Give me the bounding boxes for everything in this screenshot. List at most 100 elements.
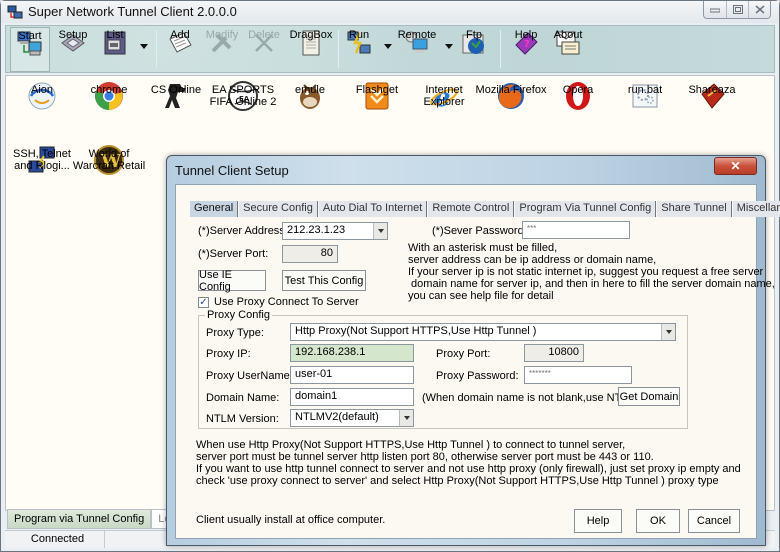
program-shareaza[interactable]: Shareaza xyxy=(676,80,748,112)
tab-share-tunnel[interactable]: Share Tunnel xyxy=(657,201,732,217)
window-title: Super Network Tunnel Client 2.0.0.0 xyxy=(28,4,237,19)
run-dropdown-arrow[interactable] xyxy=(384,44,392,49)
program-label: Opera xyxy=(562,84,594,96)
program-label: chrome xyxy=(90,84,128,96)
program-internet-explorer[interactable]: e Internet Explorer xyxy=(408,80,480,112)
proxy-port-label: Proxy Port: xyxy=(436,348,491,360)
tab-general[interactable]: General xyxy=(190,201,239,217)
add-label: Add xyxy=(170,29,190,41)
ntlm-version-select[interactable]: NTLMV2(default) xyxy=(290,409,414,427)
chevron-down-icon[interactable] xyxy=(661,324,675,340)
get-domain-button[interactable]: Get Domain xyxy=(618,387,680,406)
program-label: EA SPORTS FIFA Online 2 xyxy=(209,84,277,108)
setup-button[interactable]: Setup xyxy=(54,27,92,72)
server-port-input[interactable]: 80 xyxy=(282,245,338,263)
tab-remote-control[interactable]: Remote Control xyxy=(428,201,515,217)
server-address-label: (*)Server Address: xyxy=(198,225,288,237)
chevron-down-icon[interactable] xyxy=(373,223,387,239)
proxy-username-input[interactable]: user-01 xyxy=(290,366,414,384)
program-label: run.bat xyxy=(627,84,663,96)
delete-button[interactable]: Delete xyxy=(246,27,282,72)
chevron-down-icon[interactable] xyxy=(399,410,413,426)
setup-label: Setup xyxy=(58,29,88,41)
use-ie-config-button[interactable]: Use IE Config xyxy=(198,269,266,293)
server-password-input[interactable]: *** xyxy=(522,221,630,239)
program-label: emule xyxy=(295,84,325,96)
server-password-label: (*)Sever Password: xyxy=(432,225,527,237)
program-label: SSH, Telnet and Rlogi... xyxy=(13,148,71,172)
dialog-close-button[interactable]: ✕ xyxy=(714,157,757,175)
program-aion[interactable]: Aion xyxy=(6,80,78,112)
help-dialog-button[interactable]: Help xyxy=(574,509,622,533)
modify-label: Modify xyxy=(205,29,239,41)
check-icon: ✓ xyxy=(199,297,208,308)
ok-button[interactable]: OK xyxy=(636,509,680,533)
proxy-help-text: When use Http Proxy(Not Support HTTPS,Us… xyxy=(196,439,741,487)
modify-button[interactable]: Modify xyxy=(204,27,240,72)
toolbar-separator xyxy=(500,30,501,68)
maximize-button[interactable] xyxy=(726,1,748,18)
run-button[interactable]: Run xyxy=(342,27,376,72)
program-label: Aion xyxy=(30,84,54,96)
tab-auto-dial[interactable]: Auto Dial To Internet xyxy=(318,201,428,217)
list-label: List xyxy=(106,29,124,41)
tab-program-via-tunnel-config[interactable]: Program via Tunnel Config xyxy=(7,509,152,529)
server-address-value: 212.23.1.23 xyxy=(287,224,346,236)
program-flashget[interactable]: Flashget xyxy=(341,80,413,112)
use-proxy-label: Use Proxy Connect To Server xyxy=(214,296,359,308)
proxy-type-value: Http Proxy(Not Support HTTPS,Use Http Tu… xyxy=(295,325,537,337)
minimize-button[interactable] xyxy=(704,1,726,18)
program-ssh-telnet[interactable]: SSH, Telnet and Rlogi... xyxy=(6,144,78,176)
tab-program-via-tunnel-config[interactable]: Program Via Tunnel Config xyxy=(515,201,657,217)
dragbox-label: DragBox xyxy=(289,29,333,41)
maximize-icon xyxy=(732,5,743,14)
program-label: Internet Explorer xyxy=(423,84,465,108)
about-button[interactable]: About xyxy=(550,27,586,72)
list-button[interactable]: List xyxy=(98,27,132,72)
window-controls xyxy=(703,1,771,19)
help-label: Help xyxy=(514,29,538,41)
domain-name-input[interactable]: domain1 xyxy=(290,388,414,406)
proxy-password-label: Proxy Password: xyxy=(436,370,519,382)
use-proxy-checkbox[interactable]: ✓ xyxy=(198,297,209,308)
proxy-port-input[interactable]: 10800 xyxy=(524,344,584,362)
program-chrome[interactable]: chrome xyxy=(73,80,145,112)
program-firefox[interactable]: Mozilla Firefox xyxy=(475,80,547,112)
proxy-username-label: Proxy UserName: xyxy=(206,370,293,382)
toolbar: Start Setup List Add Modify Delete DragB… xyxy=(5,25,775,73)
list-dropdown-arrow[interactable] xyxy=(140,44,148,49)
remote-dropdown-arrow[interactable] xyxy=(445,44,453,49)
tab-secure-config[interactable]: Secure Config xyxy=(239,201,318,217)
start-label: Start xyxy=(18,30,42,42)
program-label: Mozilla Firefox xyxy=(475,84,547,96)
toolbar-separator xyxy=(338,30,339,68)
program-run-bat[interactable]: run.bat xyxy=(609,80,681,112)
toolbar-separator xyxy=(156,30,157,68)
domain-name-label: Domain Name: xyxy=(206,392,280,404)
add-button[interactable]: Add xyxy=(162,27,198,72)
program-cs-online[interactable]: CS Online xyxy=(140,80,212,112)
program-ea-sports[interactable]: EA EA SPORTS FIFA Online 2 xyxy=(207,80,279,112)
program-label: Flashget xyxy=(355,84,399,96)
server-address-combo[interactable]: 212.23.1.23 xyxy=(282,222,388,240)
program-opera[interactable]: Opera xyxy=(542,80,614,112)
ftp-button[interactable]: Ftp xyxy=(456,27,492,72)
ntlm-version-label: NTLM Version: xyxy=(206,413,279,425)
test-this-config-button[interactable]: Test This Config xyxy=(282,270,366,291)
cancel-button[interactable]: Cancel xyxy=(688,509,740,533)
proxy-ip-input[interactable]: 192.168.238.1 xyxy=(290,344,414,362)
program-emule[interactable]: emule xyxy=(274,80,346,112)
proxy-password-input[interactable]: ******* xyxy=(524,366,632,384)
program-world-of-warcraft[interactable]: W World of Warcraft Retail xyxy=(73,144,145,176)
tunnel-client-setup-dialog: Tunnel Client Setup ✕ General Secure Con… xyxy=(166,155,780,546)
dragbox-button[interactable]: DragBox xyxy=(288,27,334,72)
proxy-type-select[interactable]: Http Proxy(Not Support HTTPS,Use Http Tu… xyxy=(290,323,676,341)
delete-label: Delete xyxy=(248,29,280,41)
tab-miscellaneous[interactable]: Miscellaneous xyxy=(732,201,780,217)
connection-status: Connected xyxy=(11,531,105,548)
help-button[interactable]: ? Help xyxy=(508,27,544,72)
domain-note: (When domain name is not blank,use NTLM) xyxy=(422,392,641,404)
close-window-button[interactable] xyxy=(748,1,770,18)
remote-button[interactable]: Remote xyxy=(396,27,438,72)
start-button[interactable]: Start xyxy=(10,27,50,72)
